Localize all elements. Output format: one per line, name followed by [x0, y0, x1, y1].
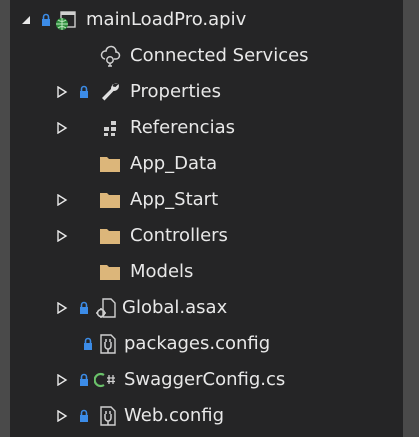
lock-icon [78, 398, 90, 434]
collapsed-arrow-icon[interactable] [54, 290, 70, 326]
tree-item-label: Connected Services [130, 45, 309, 66]
tree-item-connected-services[interactable]: Connected Services [10, 38, 403, 74]
tree-item-app-start[interactable]: App_Start [10, 182, 403, 218]
tree-item-label: Global.asax [122, 297, 228, 318]
folder-icon [98, 146, 122, 182]
expanded-arrow-icon[interactable] [18, 2, 34, 38]
collapsed-arrow-icon[interactable] [54, 362, 70, 398]
tree-item-label: App_Start [130, 189, 219, 210]
tree-item-label: Web.config [124, 405, 225, 426]
tree-item-label: SwaggerConfig.cs [124, 369, 286, 390]
solution-explorer-panel: mainLoadPro.apiv Connected Services Prop… [10, 0, 403, 437]
tree-item-web-config[interactable]: Web.config [10, 398, 403, 434]
tree-item-properties[interactable]: Properties [10, 74, 403, 110]
tree-item-label: Referencias [130, 117, 235, 138]
tree-item-swaggerconfig-cs[interactable]: SwaggerConfig.cs [10, 362, 403, 398]
lock-icon [82, 326, 94, 362]
asax-file-icon [94, 290, 118, 326]
config-file-icon [96, 326, 120, 362]
web-project-icon [54, 2, 78, 38]
lock-icon [78, 362, 90, 398]
folder-icon [98, 218, 122, 254]
wrench-icon [98, 74, 122, 110]
collapsed-arrow-icon[interactable] [54, 398, 70, 434]
collapsed-arrow-icon[interactable] [54, 110, 70, 146]
lock-icon [40, 2, 52, 38]
lock-icon [78, 74, 90, 110]
tree-item-app-data[interactable]: App_Data [10, 146, 403, 182]
csharp-file-icon [94, 362, 118, 398]
tree-item-controllers[interactable]: Controllers [10, 218, 403, 254]
folder-icon [98, 254, 122, 290]
tree-item-referencias[interactable]: Referencias [10, 110, 403, 146]
tree-item-label: App_Data [130, 153, 218, 174]
tree-item-label: Models [130, 261, 194, 282]
tree-item-label: Properties [130, 81, 221, 102]
collapsed-arrow-icon[interactable] [54, 182, 70, 218]
tree-item-packages-config[interactable]: packages.config [10, 326, 403, 362]
tree-item-label: Controllers [130, 225, 228, 246]
tree-item-label: packages.config [124, 333, 271, 354]
lock-icon [78, 290, 90, 326]
tree-item-models[interactable]: Models [10, 254, 403, 290]
tree-item-label: mainLoadPro.apiv [86, 9, 247, 30]
connected-services-icon [100, 38, 124, 74]
tree-item-project[interactable]: mainLoadPro.apiv [10, 2, 403, 38]
config-file-icon [96, 398, 120, 434]
references-icon [98, 110, 122, 146]
tree-item-global-asax[interactable]: Global.asax [10, 290, 403, 326]
folder-icon [98, 182, 122, 218]
collapsed-arrow-icon[interactable] [54, 74, 70, 110]
collapsed-arrow-icon[interactable] [54, 218, 70, 254]
